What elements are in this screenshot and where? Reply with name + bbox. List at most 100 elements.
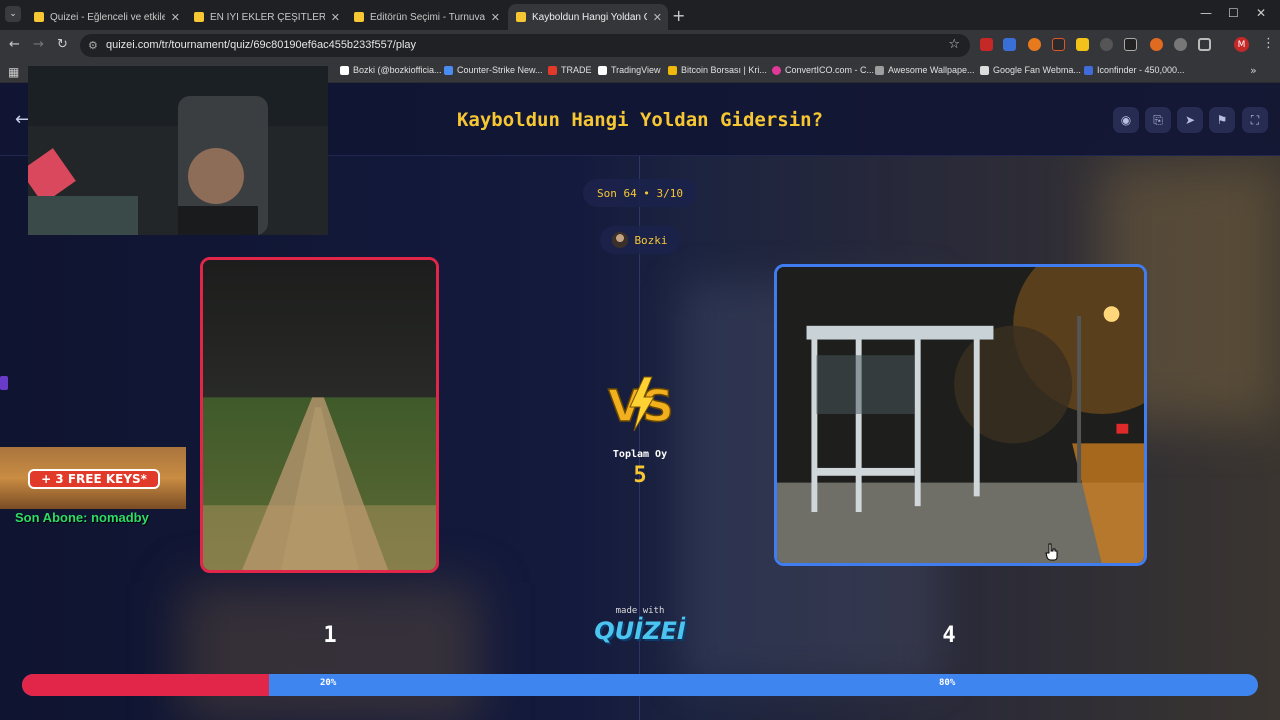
bookmark-star-icon[interactable]: ☆: [948, 37, 960, 52]
report-flag-icon[interactable]: ⚑: [1209, 107, 1235, 133]
vote-progress-left-fill: [22, 674, 270, 696]
background-blur: [180, 583, 480, 720]
bookmark-label: TradingView: [611, 65, 661, 75]
last-subscriber-label: Son Abone: nomadby: [15, 510, 149, 525]
left-vote-count: 1: [323, 623, 337, 648]
back-icon[interactable]: ←: [9, 37, 20, 52]
new-tab-icon[interactable]: +: [672, 6, 685, 25]
user-chip[interactable]: Bozki: [600, 226, 680, 254]
tab-strip: ⌄ Quizei - Eğlenceli ve etkileşimli ✕ EN…: [0, 0, 1280, 30]
extension-icon[interactable]: [1100, 38, 1113, 51]
bookmark-label: Counter-Strike New...: [457, 65, 543, 75]
mouse-hand-cursor-icon: [1045, 543, 1058, 561]
bookmark-item[interactable]: Bozki (@bozkiofficia...: [340, 65, 442, 75]
view-eye-icon[interactable]: ◉: [1113, 107, 1139, 133]
left-percent-label: 20%: [320, 678, 337, 688]
send-icon[interactable]: ➤: [1177, 107, 1203, 133]
bookmark-label: TRADE: [561, 65, 592, 75]
webcam-image: [28, 66, 328, 235]
tab-quizei-home[interactable]: Quizei - Eğlenceli ve etkileşimli ✕: [26, 4, 186, 30]
tab-favicon-icon: [354, 12, 364, 22]
bookmark-label: Google Fan Webma...: [993, 65, 1081, 75]
menu-kebab-icon[interactable]: ⋮: [1262, 36, 1275, 51]
vs-lightning-icon: VS: [607, 376, 675, 433]
vote-progress-bar: 20% 80%: [22, 674, 1258, 696]
bookmark-favicon-icon: [340, 65, 349, 75]
tab-favicon-icon: [194, 12, 204, 22]
bookmark-item[interactable]: TradingView: [598, 65, 661, 75]
bus-stop-image: [777, 267, 1144, 563]
tab-tier-list[interactable]: EN İYİ EKLER ÇEŞİTLERİ - Tier L ✕: [186, 4, 346, 30]
bookmark-item[interactable]: Iconfinder - 450,000...: [1084, 65, 1185, 75]
extension-icon[interactable]: [1028, 38, 1041, 51]
extension-translate-icon[interactable]: [1003, 38, 1016, 51]
streamer-webcam: [28, 66, 328, 235]
extension-icon[interactable]: [1124, 38, 1137, 51]
bookmark-item[interactable]: Awesome Wallpape...: [875, 65, 975, 75]
bookmark-favicon-icon: [980, 65, 989, 75]
site-info-icon[interactable]: ⚙: [88, 39, 98, 52]
extension-icon[interactable]: [980, 38, 993, 51]
tab-title: EN İYİ EKLER ÇEŞİTLERİ - Tier L: [210, 11, 325, 23]
right-vote-count: 4: [942, 623, 956, 648]
bookmark-favicon-icon: [1084, 65, 1093, 75]
forward-icon[interactable]: →: [33, 37, 44, 52]
quizei-logo[interactable]: QUİZEİ: [590, 617, 690, 645]
extension-icon[interactable]: [1150, 38, 1163, 51]
bookmark-favicon-icon: [875, 65, 884, 75]
extension-icon[interactable]: [1076, 38, 1089, 51]
promo-keys-badge: + 3 FREE KEYS*: [28, 469, 160, 489]
bookmark-item[interactable]: TRADE: [548, 65, 592, 75]
profile-avatar[interactable]: M: [1234, 37, 1249, 52]
bookmark-label: ConvertICO.com - C...: [785, 65, 875, 75]
total-votes-value: 5: [633, 463, 647, 488]
round-indicator: Son 64 • 3/10: [583, 179, 697, 207]
bookmark-label: Bozki (@bozkiofficia...: [353, 65, 442, 75]
apps-grid-icon[interactable]: ▦: [8, 65, 19, 79]
tab-close-icon[interactable]: ✕: [653, 11, 662, 24]
overlay-decoration: [0, 376, 8, 390]
tab-close-icon[interactable]: ✕: [331, 11, 340, 24]
maximize-icon[interactable]: ☐: [1228, 6, 1239, 20]
bookmark-favicon-icon: [668, 65, 677, 75]
tab-close-icon[interactable]: ✕: [491, 11, 500, 24]
tab-close-icon[interactable]: ✕: [171, 11, 180, 24]
avatar: [612, 232, 629, 248]
tab-title: Editörün Seçimi - Turnuva - Qui: [370, 11, 485, 23]
bookmarks-more-icon[interactable]: »: [1250, 64, 1257, 77]
tab-title: Quizei - Eğlenceli ve etkileşimli: [50, 11, 165, 23]
close-window-icon[interactable]: ✕: [1256, 6, 1266, 20]
url-text: quizei.com/tr/tournament/quiz/69c80190ef…: [106, 39, 417, 51]
bookmark-favicon-icon: [548, 65, 557, 75]
tab-search-icon[interactable]: ⌄: [5, 6, 21, 22]
road-image: [203, 260, 436, 570]
fullscreen-icon[interactable]: ⛶: [1242, 107, 1268, 133]
bookmark-label: Bitcoin Borsası | Kri...: [681, 65, 767, 75]
bookmark-label: Iconfinder - 450,000...: [1097, 65, 1185, 75]
option-left-card[interactable]: [200, 257, 439, 573]
user-name: Bozki: [634, 233, 668, 247]
bookmark-favicon-icon: [772, 65, 781, 75]
bookmark-favicon-icon: [444, 65, 453, 75]
bookmark-favicon-icon: [598, 65, 607, 75]
tab-current-quiz[interactable]: Kayboldun Hangi Yoldan Gidersin ✕: [508, 4, 668, 30]
total-votes-label: Toplam Oy: [612, 449, 668, 460]
bookmark-item[interactable]: ConvertICO.com - C...: [772, 65, 874, 75]
right-percent-label: 80%: [939, 678, 956, 688]
bookmark-item[interactable]: Bitcoin Borsası | Kri...: [668, 65, 767, 75]
extension-icon[interactable]: [1052, 38, 1065, 51]
bookmark-item[interactable]: Google Fan Webma...: [980, 65, 1081, 75]
promo-banner: + 3 FREE KEYS*: [0, 447, 186, 509]
option-right-card[interactable]: [774, 264, 1147, 566]
tab-title: Kayboldun Hangi Yoldan Gidersin: [532, 11, 647, 23]
share-icon[interactable]: ⎘: [1145, 107, 1171, 133]
tab-favicon-icon: [516, 12, 526, 22]
url-input[interactable]: ⚙ quizei.com/tr/tournament/quiz/69c80190…: [80, 34, 970, 57]
reload-icon[interactable]: ↻: [57, 37, 68, 52]
tab-editors-choice[interactable]: Editörün Seçimi - Turnuva - Qui ✕: [346, 4, 506, 30]
extensions-puzzle-icon[interactable]: [1198, 38, 1211, 51]
extension-icon[interactable]: [1174, 38, 1187, 51]
tab-favicon-icon: [34, 12, 44, 22]
minimize-icon[interactable]: —: [1200, 6, 1212, 20]
bookmark-item[interactable]: Counter-Strike New...: [444, 65, 543, 75]
